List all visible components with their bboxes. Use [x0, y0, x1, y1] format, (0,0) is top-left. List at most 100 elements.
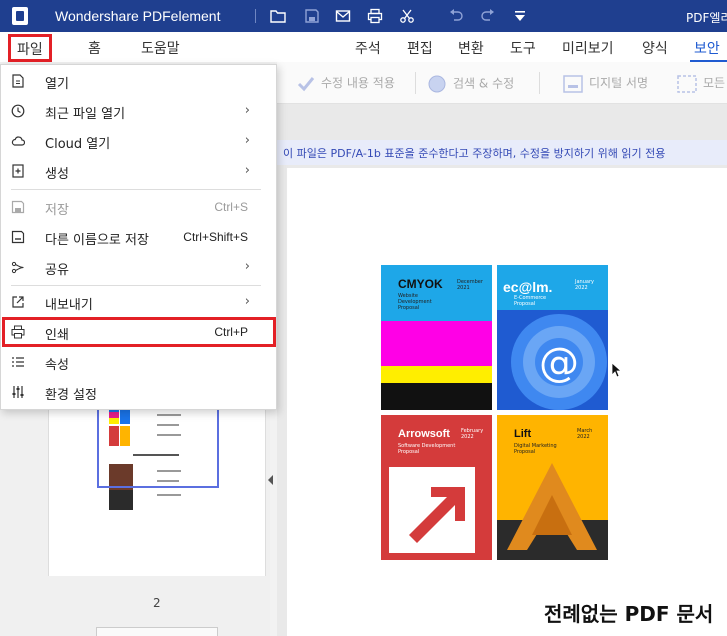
menu-share-label: 공유 [45, 263, 69, 278]
page-heading: 전례없는 PDF 문서 [544, 602, 714, 626]
apply-redaction-label: 수정 내용 적용 [321, 76, 395, 90]
upward-triangle-graphic [497, 463, 608, 560]
page-thumbnail[interactable] [97, 390, 219, 560]
menu-export-label: 내보내기 [45, 298, 93, 313]
menu-create[interactable]: 생성 › [1, 156, 276, 186]
toolbar-separator [415, 72, 416, 94]
file-menu-dropdown: 열기 최근 파일 열기 › Cloud 열기 › 생성 › 저장 Ctrl+S … [0, 64, 277, 410]
export-icon [11, 295, 25, 309]
menu-open[interactable]: 열기 [1, 66, 276, 96]
cmyok-subtitle: Website Development Proposal [398, 293, 432, 311]
arrow-graphic [389, 467, 475, 553]
menu-create-label: 생성 [45, 167, 69, 182]
redo-icon[interactable] [480, 8, 496, 24]
save-icon [11, 200, 25, 214]
tab-form[interactable]: 양식 [642, 38, 668, 58]
share-icon [11, 260, 25, 274]
checkmark-icon [297, 76, 315, 91]
tab-security[interactable]: 보안 [694, 38, 720, 58]
menu-file[interactable]: 파일 [8, 34, 52, 62]
print-icon[interactable] [367, 8, 383, 24]
arrowsoft-title: Arrowsoft [398, 428, 450, 440]
apply-redaction-button[interactable]: 수정 내용 적용 [297, 74, 395, 92]
undo-icon[interactable] [448, 8, 464, 24]
ecom-cover: @ ec@lm. E-Commerce Proposal January 202… [497, 265, 608, 410]
menu-cloud-open[interactable]: Cloud 열기 › [1, 126, 276, 156]
menu-recent[interactable]: 최근 파일 열기 › [1, 96, 276, 126]
black-band [381, 383, 492, 410]
menu-properties[interactable]: 속성 [1, 347, 276, 377]
print-highlight-box [2, 317, 276, 347]
menu-save-as-shortcut: Ctrl+Shift+S [183, 230, 248, 244]
menu-home[interactable]: 홈 [88, 38, 101, 58]
save-icon[interactable] [304, 8, 320, 24]
folder-open-icon[interactable] [270, 8, 286, 24]
yellow-band [381, 366, 492, 383]
ecom-title: ec@lm. [503, 279, 553, 295]
chevron-right-icon: › [244, 163, 250, 178]
document-title: PDF엘리 [686, 11, 727, 25]
toolbar-separator [539, 72, 540, 94]
dropdown-arrow-icon[interactable] [512, 8, 528, 24]
menu-open-label: 열기 [45, 77, 69, 92]
menu-bar: 파일 홈 도움말 주석 편집 변환 도구 미리보기 양식 보안 [0, 32, 727, 62]
lift-subtitle: Digital Marketing Proposal [514, 443, 557, 455]
menu-separator [11, 285, 261, 286]
collapse-panel-icon[interactable] [268, 475, 273, 485]
arrowsoft-date: February 2022 [461, 428, 484, 440]
signature-icon [563, 74, 583, 93]
security-toolbar: 수정 내용 적용 검색 & 수정 디지털 서명 모든 [277, 62, 727, 104]
search-redact-label: 검색 & 수정 [453, 76, 515, 91]
cmyok-title: CMYOK [398, 277, 443, 291]
lift-title: Lift [514, 428, 532, 440]
tab-convert[interactable]: 변환 [458, 38, 484, 58]
tab-tools[interactable]: 도구 [510, 38, 536, 58]
app-title: Wondershare PDFelement [55, 8, 221, 24]
more-label: 모든 [703, 76, 726, 90]
digital-signature-button[interactable]: 디지털 서명 [563, 74, 648, 93]
more-button[interactable]: 모든 [677, 74, 725, 93]
new-document-icon [11, 164, 25, 178]
lift-date: March 2022 [577, 428, 593, 440]
ecom-subtitle: E-Commerce Proposal [514, 295, 547, 307]
digital-signature-label: 디지털 서명 [589, 76, 649, 90]
lift-cover: Lift Digital Marketing Proposal March 20… [497, 415, 608, 560]
thumbnail-page-number: 2 [153, 596, 161, 610]
cloud-icon [11, 134, 26, 148]
menu-export[interactable]: 내보내기 › [1, 287, 276, 317]
cmyok-date: December 2021 [457, 279, 483, 291]
menu-save[interactable]: 저장 Ctrl+S [1, 192, 276, 222]
menu-help[interactable]: 도움말 [141, 38, 180, 58]
arrowsoft-subtitle: Software Development Proposal [398, 443, 456, 455]
mail-icon[interactable] [335, 8, 351, 24]
chevron-right-icon: › [244, 259, 250, 274]
menu-preferences-label: 환경 설정 [45, 388, 97, 403]
search-redact-button[interactable]: 검색 & 수정 [427, 74, 514, 94]
ecom-date: January 2022 [575, 279, 594, 291]
menu-save-shortcut: Ctrl+S [214, 200, 248, 214]
clock-icon [11, 104, 25, 118]
menu-separator [11, 189, 261, 190]
mouse-cursor-icon [611, 362, 623, 378]
tab-edit[interactable]: 편집 [407, 38, 433, 58]
tab-preview[interactable]: 미리보기 [562, 38, 614, 58]
at-sign-graphic: @ [497, 310, 608, 410]
chevron-right-icon: › [244, 133, 250, 148]
menu-preferences[interactable]: 환경 설정 [1, 377, 276, 407]
tab-annotate[interactable]: 주석 [355, 38, 381, 58]
sliders-icon [11, 385, 25, 399]
title-bar-separator [255, 9, 256, 23]
title-bar: Wondershare PDFelement PDF엘리 [0, 0, 727, 32]
menu-save-label: 저장 [45, 203, 69, 218]
magenta-band [381, 321, 492, 366]
menu-save-as[interactable]: 다른 이름으로 저장 Ctrl+Shift+S [1, 222, 276, 252]
chevron-right-icon: › [244, 294, 250, 309]
list-icon [11, 355, 25, 369]
svg-text:@: @ [539, 340, 579, 386]
menu-cloud-label: Cloud 열기 [45, 137, 111, 152]
chevron-right-icon: › [244, 103, 250, 118]
menu-share[interactable]: 공유 › [1, 252, 276, 282]
pdfa-notice-bar: 이 파일은 PDF/A-1b 표준을 준수한다고 주장하며, 수정을 방지하기 … [277, 140, 727, 165]
scissors-icon[interactable] [399, 8, 415, 24]
next-page-thumbnail[interactable] [96, 627, 218, 636]
